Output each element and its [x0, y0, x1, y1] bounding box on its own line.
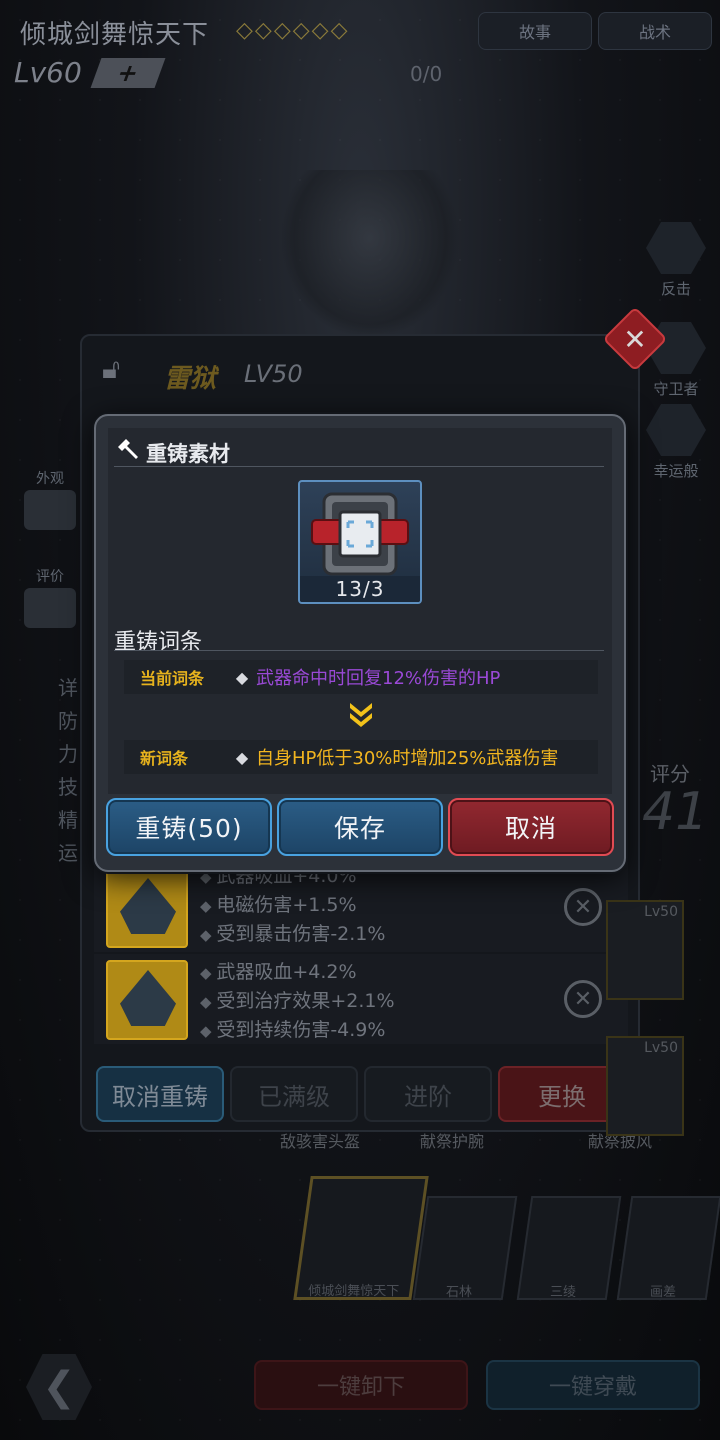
affix-row: 武器吸血+4.0% 电磁伤害+1.5% 受到暴击伤害-2.1% ✕ — [94, 862, 628, 952]
advance-button[interactable]: 进阶 — [364, 1066, 492, 1122]
slot-tab[interactable]: 敌骇害头盔 — [280, 1128, 360, 1152]
skill-lucky[interactable]: 幸运般 — [640, 404, 712, 481]
exp-counter: 0/0 — [410, 62, 443, 86]
hero-title: 倾城剑舞惊天下 — [20, 20, 210, 50]
hammer-icon — [118, 439, 138, 459]
skill-counter[interactable]: 反击 — [640, 222, 712, 299]
stat-category-list: 详 防 力 技 精 运 — [18, 672, 78, 870]
affix-line: 受到持续伤害-4.9% — [200, 1016, 395, 1045]
equipment-card[interactable]: Lv50 — [606, 1036, 684, 1136]
equipment-card[interactable]: Lv50 — [606, 900, 684, 1000]
level-up-button[interactable]: + — [90, 58, 166, 88]
card-level: Lv50 — [644, 1040, 678, 1056]
material-count: 13/3 — [300, 576, 420, 602]
affix-section-title: 重铸词条 — [114, 630, 203, 655]
cancel-reforge-button[interactable]: 取消重铸 — [96, 1066, 224, 1122]
close-icon: ✕ — [623, 322, 647, 356]
current-affix-tag: 当前词条 — [140, 669, 205, 688]
hero-name: 倾城剑舞惊天下 — [308, 1284, 400, 1299]
skill-label: 守卫者 — [653, 380, 699, 398]
lock-icon[interactable]: 🔓︎ — [102, 352, 120, 386]
equip-all-button[interactable]: 一键穿戴 — [486, 1360, 700, 1410]
shirt-icon — [24, 490, 76, 530]
slot-tab[interactable]: 献祭护腕 — [420, 1128, 484, 1152]
story-button[interactable]: 故事 — [478, 12, 592, 50]
stat-category: 力 — [58, 742, 78, 766]
equipment-name: 雷狱 — [164, 364, 217, 394]
reforge-button[interactable]: 重铸(50) — [106, 798, 272, 856]
affix-chip-icon — [106, 960, 188, 1040]
diamond-icon: ◆ — [235, 747, 249, 767]
hero-name: 画差 — [650, 1285, 677, 1300]
unequip-all-button[interactable]: 一键卸下 — [254, 1360, 468, 1410]
stat-category: 防 — [58, 709, 78, 733]
save-button[interactable]: 保存 — [277, 798, 443, 856]
stat-category: 技 — [58, 775, 78, 799]
current-affix-value: 武器命中时回复12%伤害的HP — [256, 668, 501, 689]
remove-affix-button[interactable]: ✕ — [564, 980, 602, 1018]
reforge-chip-icon — [311, 492, 409, 576]
affix-line: 受到治疗效果+2.1% — [200, 987, 394, 1016]
appearance-button[interactable]: 外观 — [18, 468, 82, 530]
divider — [114, 466, 604, 467]
remove-affix-button[interactable]: ✕ — [564, 888, 602, 926]
current-affix-row: 当前词条 ◆ 武器命中时回复12%伤害的HP — [124, 660, 598, 694]
new-affix-tag: 新词条 — [140, 749, 189, 768]
hero-portrait[interactable]: 石林 — [412, 1196, 518, 1300]
hero-portrait[interactable]: 三绫 — [516, 1196, 622, 1300]
skill-label: 幸运般 — [653, 462, 699, 480]
appearance-label: 外观 — [36, 471, 64, 487]
affix-line: 受到暴击伤害-2.1% — [200, 920, 385, 949]
hero-portrait-selected[interactable]: 倾城剑舞惊天下 — [293, 1176, 429, 1300]
affix-lines: 武器吸血+4.2% 受到治疗效果+2.1% 受到持续伤害-4.9% — [200, 958, 395, 1045]
stat-category: 精 — [58, 808, 78, 832]
review-label: 评价 — [36, 569, 64, 585]
hero-portrait[interactable]: 画差 — [616, 1196, 720, 1300]
review-button[interactable]: 评价 — [18, 566, 82, 628]
diamond-icon: ◆ — [235, 667, 249, 687]
star-rating: ◇◇◇◇◇◇ — [236, 18, 350, 43]
cancel-button[interactable]: 取消 — [448, 798, 614, 856]
card-level: Lv50 — [644, 904, 678, 920]
hero-level: Lv60 — [14, 56, 82, 89]
score-value: 41 — [642, 782, 709, 842]
hero-name: 石林 — [446, 1285, 473, 1300]
divider — [114, 650, 604, 651]
affix-line: 武器吸血+4.2% — [200, 958, 395, 987]
hero-name: 三绫 — [550, 1285, 577, 1300]
equipment-level: LV50 — [244, 360, 303, 388]
skill-icon — [646, 222, 706, 274]
tactics-button[interactable]: 战术 — [598, 12, 712, 50]
reforge-material-slot[interactable]: 13/3 — [298, 480, 422, 604]
material-section-title: 重铸素材 — [146, 442, 230, 466]
stat-category: 运 — [58, 841, 78, 865]
affix-row: 武器吸血+4.2% 受到治疗效果+2.1% 受到持续伤害-4.9% ✕ — [94, 954, 628, 1044]
new-affix-value: 自身HP低于30%时增加25%武器伤害 — [256, 748, 559, 769]
new-affix-row: 新词条 ◆ 自身HP低于30%时增加25%武器伤害 — [124, 740, 598, 774]
affix-chip-icon — [106, 868, 188, 948]
maxed-button[interactable]: 已满级 — [230, 1066, 358, 1122]
double-chevron-down-icon — [350, 703, 372, 727]
chat-icon — [24, 588, 76, 628]
skill-label: 反击 — [660, 280, 691, 298]
stat-category: 详 — [58, 676, 78, 700]
character-portrait — [280, 170, 460, 340]
skill-icon — [646, 404, 706, 456]
affix-line: 电磁伤害+1.5% — [200, 891, 385, 920]
affix-lines: 武器吸血+4.0% 电磁伤害+1.5% 受到暴击伤害-2.1% — [200, 862, 385, 949]
